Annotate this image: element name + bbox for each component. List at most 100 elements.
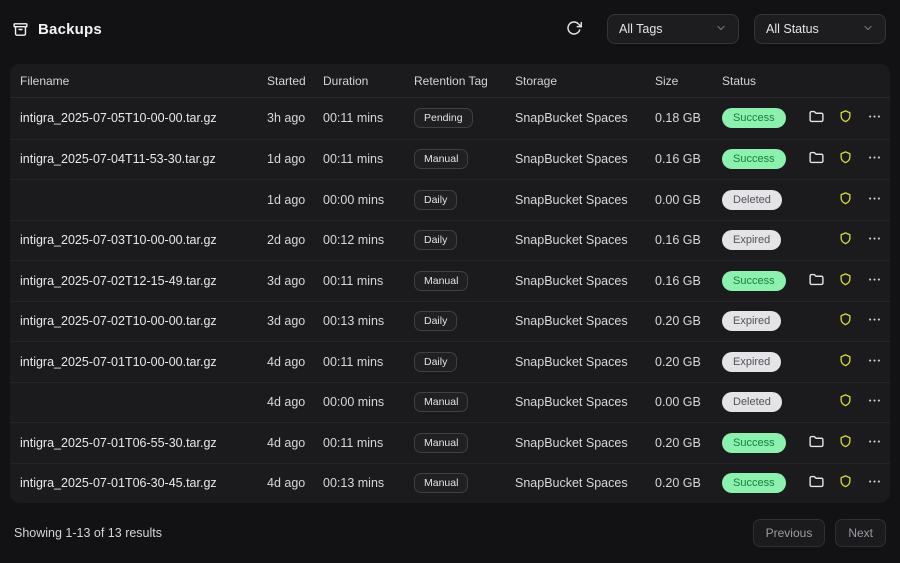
status-cell: Success	[722, 108, 806, 129]
storage-cell: SnapBucket Spaces	[515, 192, 628, 207]
ellipsis-icon	[867, 272, 882, 290]
row-menu-button[interactable]	[864, 392, 885, 413]
started-cell: 2d ago	[267, 233, 306, 248]
row-menu-button[interactable]	[864, 432, 885, 453]
browse-files-button[interactable]	[806, 108, 827, 129]
started-cell: 1d ago	[267, 192, 306, 207]
toolbar: Backups All Tags All Status	[0, 0, 900, 58]
storage-cell: SnapBucket Spaces	[515, 152, 628, 167]
row-actions	[806, 432, 885, 453]
started-cell: 4d ago	[267, 354, 306, 369]
column-header-filename: Filename	[20, 73, 70, 88]
retention-tag-cell: Daily	[414, 311, 515, 332]
retention-tag-badge: Daily	[414, 189, 458, 210]
table-row: intigra_2025-07-01T10-00-00.tar.gz 4d ag…	[10, 341, 890, 382]
storage-cell: SnapBucket Spaces	[515, 395, 628, 410]
shield-icon	[838, 434, 853, 452]
row-menu-button[interactable]	[864, 473, 885, 494]
retention-lock-button[interactable]	[835, 230, 856, 251]
row-menu-button[interactable]	[864, 270, 885, 291]
status-cell: Expired	[722, 311, 806, 332]
ellipsis-icon	[867, 434, 882, 452]
row-actions	[806, 392, 885, 413]
table-row: intigra_2025-07-04T11-53-30.tar.gz 1d ag…	[10, 138, 890, 180]
status-cell: Deleted	[722, 189, 806, 210]
duration-cell: 00:11 mins	[323, 354, 384, 369]
retention-lock-button[interactable]	[835, 392, 856, 413]
retention-tag-cell: Daily	[414, 230, 515, 251]
filename-cell: intigra_2025-07-03T10-00-00.tar.gz	[20, 233, 217, 248]
pagination-bar: Showing 1-13 of 13 results Previous Next	[0, 503, 900, 563]
status-cell: Success	[722, 270, 806, 291]
refresh-button[interactable]	[562, 16, 586, 43]
size-cell: 0.16 GB	[655, 233, 701, 248]
filename-cell: intigra_2025-07-01T06-55-30.tar.gz	[20, 435, 217, 450]
retention-lock-button[interactable]	[835, 189, 856, 210]
table-row: 1d ago 00:00 mins Daily SnapBucket Space…	[10, 179, 890, 220]
size-cell: 0.20 GB	[655, 476, 701, 491]
folder-icon	[808, 473, 825, 493]
row-menu-button[interactable]	[864, 108, 885, 129]
ellipsis-icon	[867, 474, 882, 492]
row-menu-button[interactable]	[864, 149, 885, 170]
status-cell: Success	[722, 473, 806, 494]
column-header-storage: Storage	[515, 73, 558, 88]
browse-files-button[interactable]	[806, 432, 827, 453]
status-badge: Deleted	[722, 392, 782, 413]
row-menu-button[interactable]	[864, 230, 885, 251]
status-badge: Expired	[722, 311, 782, 332]
size-cell: 0.00 GB	[655, 395, 701, 410]
started-cell: 4d ago	[267, 395, 306, 410]
status-badge: Success	[722, 108, 786, 129]
retention-lock-button[interactable]	[835, 108, 856, 129]
size-cell: 0.16 GB	[655, 273, 701, 288]
shield-icon	[838, 191, 853, 209]
filename-cell: intigra_2025-07-02T12-15-49.tar.gz	[20, 273, 217, 288]
size-cell: 0.20 GB	[655, 435, 701, 450]
duration-cell: 00:00 mins	[323, 395, 385, 410]
column-header-status: Status	[722, 73, 757, 88]
browse-files-button[interactable]	[806, 270, 827, 291]
retention-lock-button[interactable]	[835, 432, 856, 453]
page-title-group: Backups	[12, 21, 102, 38]
shield-icon	[838, 312, 853, 330]
row-menu-button[interactable]	[864, 311, 885, 332]
folder-icon	[808, 271, 825, 291]
table-row: intigra_2025-07-03T10-00-00.tar.gz 2d ag…	[10, 219, 890, 261]
retention-tag-cell: Manual	[414, 473, 515, 494]
retention-tag-cell: Daily	[414, 351, 515, 372]
refresh-icon	[566, 20, 583, 39]
retention-lock-button[interactable]	[835, 473, 856, 494]
retention-tag-badge: Daily	[414, 311, 458, 332]
retention-lock-button[interactable]	[835, 149, 856, 170]
storage-cell: SnapBucket Spaces	[515, 233, 628, 248]
row-menu-button[interactable]	[864, 189, 885, 210]
retention-tag-cell: Manual	[414, 149, 515, 170]
retention-lock-button[interactable]	[835, 270, 856, 291]
retention-lock-button[interactable]	[835, 351, 856, 372]
ellipsis-icon	[867, 231, 882, 249]
status-filter-dropdown[interactable]: All Status	[754, 14, 886, 44]
table-row: 4d ago 00:00 mins Manual SnapBucket Spac…	[10, 381, 890, 423]
ellipsis-icon	[867, 150, 882, 168]
table-header-row: Filename Started Duration Retention Tag …	[10, 64, 890, 98]
retention-tag-cell: Manual	[414, 270, 515, 291]
duration-cell: 00:13 mins	[323, 476, 385, 491]
browse-files-button[interactable]	[806, 149, 827, 170]
next-page-button[interactable]: Next	[835, 519, 886, 547]
browse-files-button[interactable]	[806, 473, 827, 494]
retention-tag-cell: Pending	[414, 108, 515, 129]
storage-cell: SnapBucket Spaces	[515, 354, 628, 369]
retention-tag-badge: Manual	[414, 432, 469, 453]
tags-filter-dropdown[interactable]: All Tags	[607, 14, 739, 44]
row-menu-button[interactable]	[864, 351, 885, 372]
storage-cell: SnapBucket Spaces	[515, 314, 628, 329]
column-header-size: Size	[655, 73, 679, 88]
table-row: intigra_2025-07-05T10-00-00.tar.gz 3h ag…	[10, 98, 890, 139]
previous-page-button[interactable]: Previous	[752, 519, 826, 547]
filename-cell: intigra_2025-07-02T10-00-00.tar.gz	[20, 314, 217, 329]
retention-lock-button[interactable]	[835, 311, 856, 332]
duration-cell: 00:11 mins	[323, 435, 384, 450]
row-actions	[806, 311, 885, 332]
ellipsis-icon	[867, 353, 882, 371]
